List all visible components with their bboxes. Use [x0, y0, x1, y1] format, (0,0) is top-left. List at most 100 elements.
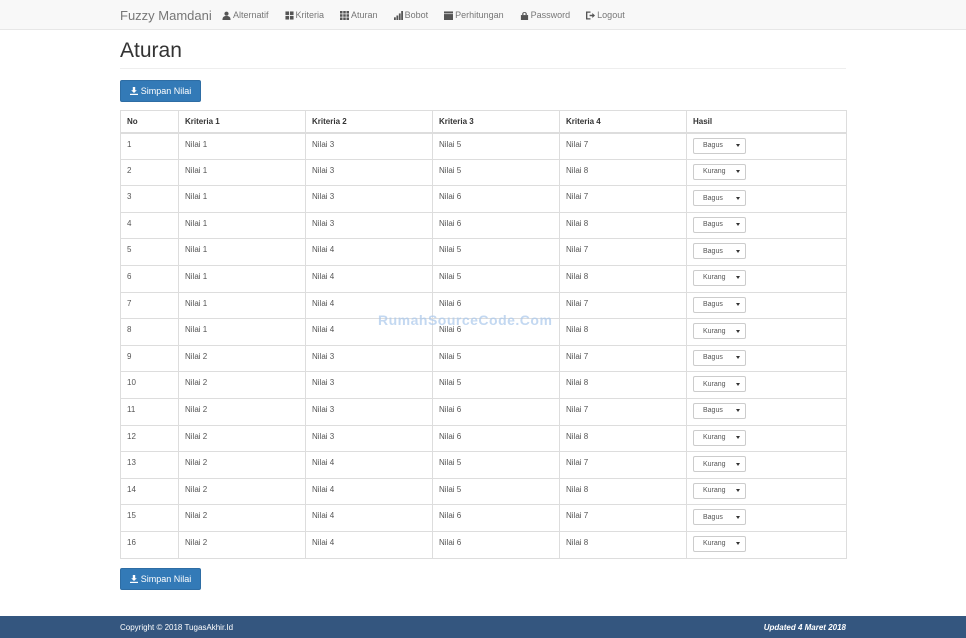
column-header-kriteria-1: Kriteria 1 — [178, 110, 306, 134]
table-row: 8 Nilai 1 Nilai 4 Nilai 6 Nilai 8 Kurang — [120, 318, 847, 346]
nav-item-alternatif[interactable]: Alternatif — [222, 10, 269, 20]
hasil-select[interactable]: Bagus — [693, 349, 746, 366]
cell-hasil: Kurang — [686, 477, 847, 506]
cell-hasil: Kurang — [686, 424, 847, 453]
table-row: 14 Nilai 2 Nilai 4 Nilai 5 Nilai 8 Kurang — [120, 477, 847, 506]
hasil-select[interactable]: Bagus — [693, 190, 746, 207]
cell-kriteria-4: Nilai 7 — [559, 344, 687, 373]
cell-no: 4 — [120, 211, 179, 240]
cell-kriteria-3: Nilai 6 — [432, 397, 560, 426]
caret-down-icon — [736, 196, 740, 200]
download-icon — [129, 575, 138, 583]
cell-kriteria-3: Nilai 6 — [432, 318, 560, 346]
nav-item-password[interactable]: Password — [520, 10, 570, 20]
cell-hasil: Bagus — [686, 132, 847, 160]
hasil-select-value: Kurang — [703, 460, 726, 468]
cell-kriteria-3: Nilai 5 — [432, 477, 560, 506]
table-row: 2 Nilai 1 Nilai 3 Nilai 5 Nilai 8 Kurang — [120, 158, 847, 187]
cell-hasil: Bagus — [686, 291, 847, 320]
cell-kriteria-1: Nilai 1 — [178, 264, 306, 293]
save-button-label: Simpan Nilai — [140, 574, 192, 584]
footer: Copyright © 2018 TugasAkhir.Id Updated 4… — [0, 616, 966, 638]
hasil-select[interactable]: Kurang — [693, 323, 746, 340]
cell-kriteria-2: Nilai 4 — [305, 264, 433, 293]
cell-kriteria-1: Nilai 2 — [178, 424, 306, 453]
cell-hasil: Bagus — [686, 504, 847, 532]
hasil-select-value: Bagus — [703, 194, 723, 202]
cell-no: 3 — [120, 185, 179, 213]
caret-down-icon — [736, 170, 740, 174]
cell-no: 8 — [120, 318, 179, 346]
cell-no: 10 — [120, 371, 179, 399]
hasil-select[interactable]: Bagus — [693, 509, 746, 526]
hasil-select-value: Kurang — [703, 540, 726, 548]
hasil-select[interactable]: Kurang — [693, 163, 746, 180]
hasil-select-value: Bagus — [703, 142, 723, 149]
page-title: Aturan — [120, 39, 182, 62]
hasil-select[interactable]: Bagus — [693, 216, 746, 233]
hasil-select-value: Kurang — [703, 168, 726, 176]
nav-item-aturan[interactable]: Aturan — [340, 10, 378, 20]
nav-item-label: Kriteria — [295, 10, 325, 20]
cell-no: 7 — [120, 291, 179, 320]
cell-hasil: Bagus — [686, 211, 847, 240]
cell-kriteria-1: Nilai 2 — [178, 504, 306, 532]
hasil-select[interactable]: Bagus — [693, 402, 746, 419]
hasil-select[interactable]: Bagus — [693, 243, 746, 260]
save-values-button-top[interactable]: Simpan Nilai — [120, 80, 201, 102]
cell-hasil: Kurang — [686, 530, 847, 559]
caret-down-icon — [736, 542, 740, 546]
cell-kriteria-3: Nilai 5 — [432, 451, 560, 479]
cell-kriteria-2: Nilai 4 — [305, 451, 433, 479]
hasil-select[interactable]: Kurang — [693, 429, 746, 446]
column-header-kriteria-4: Kriteria 4 — [559, 110, 687, 134]
table-row: 4 Nilai 1 Nilai 3 Nilai 6 Nilai 8 Bagus — [120, 211, 847, 240]
cell-kriteria-3: Nilai 6 — [432, 185, 560, 213]
caret-down-icon — [736, 409, 740, 413]
cell-kriteria-2: Nilai 4 — [305, 291, 433, 320]
hasil-select-value: Bagus — [703, 354, 723, 362]
hasil-select[interactable]: Kurang — [693, 535, 746, 552]
hasil-select-value: Bagus — [703, 513, 723, 521]
hasil-select[interactable]: Bagus — [693, 296, 746, 313]
cell-kriteria-4: Nilai 7 — [559, 451, 687, 479]
nav-item-logout[interactable]: Logout — [586, 10, 625, 20]
hasil-select-value: Bagus — [703, 221, 723, 229]
hasil-select[interactable]: Bagus — [693, 137, 746, 154]
hasil-select[interactable]: Kurang — [693, 482, 746, 499]
cell-hasil: Bagus — [686, 397, 847, 426]
cell-kriteria-4: Nilai 8 — [559, 477, 687, 506]
caret-down-icon — [736, 303, 740, 307]
cell-kriteria-3: Nilai 6 — [432, 291, 560, 320]
nav-item-perhitungan[interactable]: Perhitungan — [444, 10, 504, 20]
cell-kriteria-2: Nilai 4 — [305, 504, 433, 532]
nav-item-kriteria[interactable]: Kriteria — [284, 10, 325, 20]
cell-kriteria-4: Nilai 7 — [559, 504, 687, 532]
table-row: 12 Nilai 2 Nilai 3 Nilai 6 Nilai 8 Kurang — [120, 424, 847, 453]
save-values-button-bottom[interactable]: Simpan Nilai — [120, 568, 201, 590]
nav-item-label: Logout — [597, 10, 625, 20]
footer-copyright: Copyright © 2018 TugasAkhir.Id — [120, 623, 234, 632]
cell-kriteria-4: Nilai 8 — [559, 424, 687, 453]
cell-kriteria-1: Nilai 2 — [178, 477, 306, 506]
caret-down-icon — [736, 515, 740, 519]
caret-down-icon — [736, 249, 740, 253]
nav-item-bobot[interactable]: Bobot — [393, 10, 428, 20]
table-row: 7 Nilai 1 Nilai 4 Nilai 6 Nilai 7 Bagus — [120, 291, 847, 320]
hasil-select[interactable]: Kurang — [693, 376, 746, 393]
table-header-row: No Kriteria 1 Kriteria 2 Kriteria 3 Krit… — [120, 110, 847, 134]
cell-kriteria-4: Nilai 8 — [559, 318, 687, 346]
hasil-select[interactable]: Kurang — [693, 456, 746, 473]
hasil-select[interactable]: Kurang — [693, 269, 746, 286]
table-row: 6 Nilai 1 Nilai 4 Nilai 5 Nilai 8 Kurang — [120, 264, 847, 293]
cell-kriteria-3: Nilai 6 — [432, 211, 560, 240]
navbar-brand[interactable]: Fuzzy Mamdani — [120, 8, 212, 23]
hasil-select-value: Kurang — [703, 434, 726, 442]
save-button-label: Simpan Nilai — [140, 86, 192, 96]
column-header-kriteria-3: Kriteria 3 — [432, 110, 560, 134]
cell-kriteria-3: Nilai 6 — [432, 424, 560, 453]
cell-kriteria-3: Nilai 5 — [432, 158, 560, 187]
cell-kriteria-1: Nilai 1 — [178, 211, 306, 240]
column-header-hasil: Hasil — [686, 110, 847, 134]
cell-kriteria-3: Nilai 5 — [432, 264, 560, 293]
